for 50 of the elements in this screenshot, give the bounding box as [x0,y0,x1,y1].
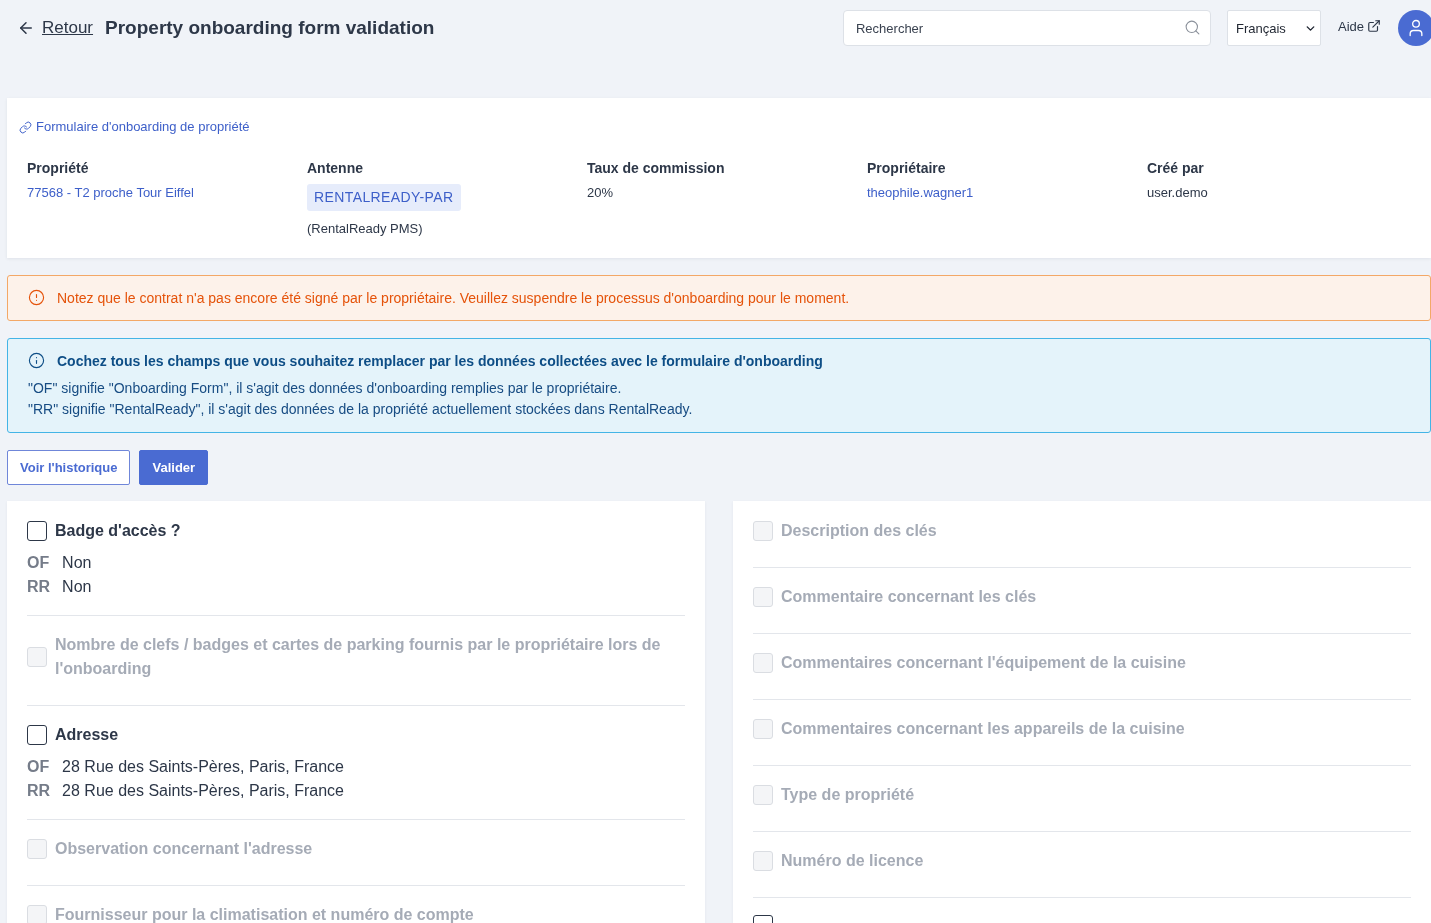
source-value: 28 Rue des Saints-Pères, Paris, France [62,756,344,777]
link-icon [19,120,32,134]
source-value: Non [62,576,92,597]
history-button[interactable]: Voir l'historique [7,449,131,485]
field-title: Commentaires concernant les appareils de la cuisine [781,718,1185,739]
alert-circle-icon [28,289,45,306]
search-field[interactable]: Rechercher [842,10,1211,46]
field-label: Propriétaire [867,158,946,178]
checkbox[interactable] [27,724,47,745]
field-value: 20% [587,183,614,202]
field-title: Badge d'accès ? [55,520,181,541]
source-label: RR [27,780,51,801]
external-link-icon [1367,19,1381,33]
page-title: Property onboarding form validation [105,17,435,39]
field-title: Adresse [55,724,119,745]
user-avatar-button[interactable] [1398,10,1431,46]
source-label: OF [27,552,50,573]
field-label: Propriété [27,158,89,178]
field-title: Nombre de clefs / badges et cartes de parking fournis par le propriétaire lors de l'onboarding [55,634,662,679]
alert-text: "RR" signifie "RentalReady", il s'agit des données de la propriété actuellement stockées dans RentalReady. [28,399,693,419]
antenna-tag: RENTALREADY-PAR [307,183,461,211]
field-note: (RentalReady PMS) [307,219,423,238]
validate-button[interactable]: Valider [139,449,209,485]
search-icon [1183,19,1201,36]
source-label: RR [27,576,51,597]
alert-text: "OF" signifie "Onboarding Form", il s'agit des données d'onboarding remplies par le propriétaire. [28,378,622,398]
help-link[interactable]: Aide [1337,18,1381,34]
language-select[interactable]: Français [1226,10,1321,46]
back-link[interactable]: Retour [17,18,94,38]
form-link[interactable]: Formulaire d'onboarding de propriété [19,118,250,136]
checkbox[interactable] [27,520,47,541]
field-title: Commentaires concernant l'équipement de la cuisine [781,652,1186,673]
field-link[interactable]: 77568 - T2 proche Tour Eiffel [27,182,194,203]
field-label: Antenne [307,158,363,178]
info-icon [28,352,45,369]
alert-title: Notez que le contrat n'a pas encore été signé par le propriétaire. Veuillez suspendre le processus d'onboarding pour le moment. [57,288,850,308]
source-label: OF [27,756,50,777]
source-value: Non [62,552,92,573]
field-title: Fournisseur pour la climatisation et numéro de compte [55,904,474,923]
field-link[interactable]: theophile.wagner1 [867,182,974,203]
field-title: Numéro de licence [781,850,924,871]
field-title: Description des clés [781,520,937,541]
source-value: 28 Rue des Saints-Pères, Paris, France [62,780,344,801]
field-title: Type de propriété [781,784,915,805]
field-value: user.demo [1147,183,1208,202]
field-label: Créé par [1147,158,1204,178]
field-title: Observation concernant l'adresse [55,838,313,859]
field-label: Taux de commission [587,158,725,178]
field-title: Commentaire concernant les clés [781,586,1037,607]
alert-title: Cochez tous les champs que vous souhaitez remplacer par les données collectées avec le formulaire d'onboarding [57,351,823,371]
